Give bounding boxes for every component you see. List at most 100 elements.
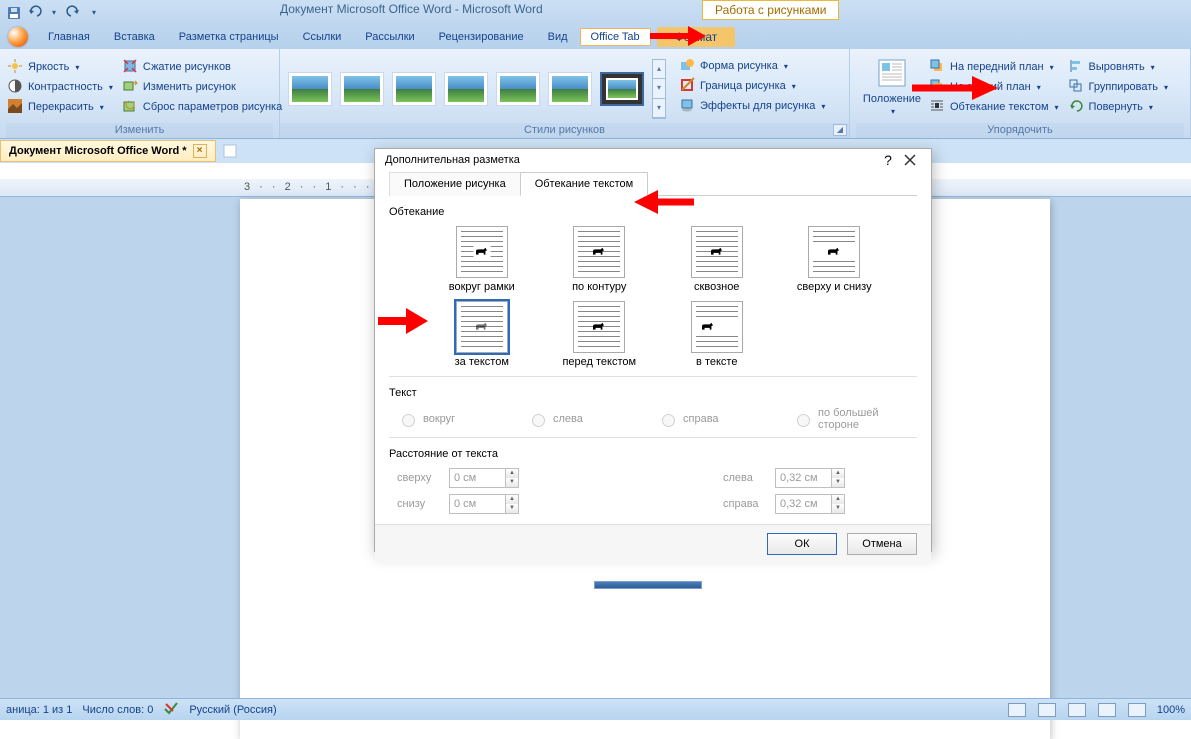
view-print-layout-icon[interactable] bbox=[1008, 703, 1026, 717]
picture-shape-button[interactable]: Форма рисунка ▾ bbox=[678, 57, 827, 75]
style-thumb[interactable] bbox=[444, 72, 488, 106]
selected-object[interactable] bbox=[594, 581, 702, 589]
new-tab-icon[interactable] bbox=[222, 143, 238, 159]
advanced-layout-dialog: Дополнительная разметка ? Положение рису… bbox=[374, 148, 932, 552]
redo-icon[interactable] bbox=[66, 5, 82, 21]
radio-right-input bbox=[662, 414, 675, 427]
chevron-down-icon: ▾ bbox=[1149, 103, 1153, 112]
dialog-launcher-icon[interactable]: ◢ bbox=[833, 124, 847, 136]
compress-label: Сжатие рисунков bbox=[143, 61, 231, 73]
group-button[interactable]: Группировать▾ bbox=[1067, 78, 1171, 96]
status-language[interactable]: Русский (Россия) bbox=[189, 704, 276, 716]
ribbon-tabs: Главная Вставка Разметка страницы Ссылки… bbox=[0, 25, 1191, 49]
wrap-options-grid: вокруг рамки по контуру сквозное сверху … bbox=[423, 226, 893, 368]
style-thumb[interactable] bbox=[340, 72, 384, 106]
send-back-label: На задний план bbox=[950, 81, 1031, 93]
close-icon[interactable]: × bbox=[193, 144, 207, 158]
save-icon[interactable] bbox=[6, 5, 22, 21]
dialog-tabs: Положение рисунка Обтекание текстом bbox=[389, 171, 917, 196]
text-wrap-button[interactable]: Обтекание текстом▾ bbox=[928, 98, 1061, 116]
text-wrap-label: Обтекание текстом bbox=[950, 101, 1049, 113]
dropdown-icon[interactable]: ▾ bbox=[46, 5, 62, 21]
wrap-inline[interactable]: в тексте bbox=[658, 301, 776, 368]
tab-review[interactable]: Рецензирование bbox=[427, 28, 536, 46]
dist-left-label: слева bbox=[723, 472, 775, 484]
view-web-layout-icon[interactable] bbox=[1068, 703, 1086, 717]
style-thumb-selected[interactable] bbox=[600, 72, 644, 106]
tab-view[interactable]: Вид bbox=[536, 28, 580, 46]
group-label: Группировать bbox=[1089, 81, 1159, 93]
wrap-through[interactable]: сквозное bbox=[658, 226, 776, 293]
tab-office-tab[interactable]: Office Tab bbox=[580, 28, 651, 46]
align-button[interactable]: Выровнять▾ bbox=[1067, 58, 1171, 76]
ok-button[interactable]: ОК bbox=[767, 533, 837, 555]
chevron-down-icon: ▾ bbox=[784, 62, 788, 71]
office-button[interactable] bbox=[0, 25, 36, 49]
styles-gallery[interactable]: ▴▾▾ bbox=[280, 49, 674, 123]
tab-insert[interactable]: Вставка bbox=[102, 28, 167, 46]
document-tab-label: Документ Microsoft Office Word * bbox=[9, 145, 187, 157]
group-icon bbox=[1069, 79, 1085, 95]
position-button[interactable]: Положение ▾ bbox=[856, 51, 928, 123]
tab-page-layout[interactable]: Разметка страницы bbox=[167, 28, 291, 46]
dist-right-spinner: ▲▼ bbox=[775, 494, 849, 514]
tab-picture-position[interactable]: Положение рисунка bbox=[389, 172, 521, 196]
contrast-button[interactable]: Контрастность▾ bbox=[6, 78, 115, 96]
rotate-button[interactable]: Повернуть▾ bbox=[1067, 98, 1171, 116]
spinner-buttons: ▲▼ bbox=[831, 468, 845, 488]
wrap-square[interactable]: вокруг рамки bbox=[423, 226, 541, 293]
brightness-button[interactable]: Яркость▾ bbox=[6, 58, 115, 76]
tab-format[interactable]: Формат bbox=[657, 27, 736, 47]
zoom-level[interactable]: 100% bbox=[1157, 704, 1185, 716]
picture-shape-label: Форма рисунка bbox=[700, 60, 778, 72]
picture-effects-icon bbox=[680, 98, 696, 114]
view-draft-icon[interactable] bbox=[1128, 703, 1146, 717]
change-picture-button[interactable]: Изменить рисунок bbox=[121, 78, 284, 96]
picture-effects-button[interactable]: Эффекты для рисунка▾ bbox=[678, 97, 827, 115]
tab-references[interactable]: Ссылки bbox=[291, 28, 354, 46]
status-page[interactable]: аница: 1 из 1 bbox=[6, 704, 72, 716]
spinner-buttons: ▲▼ bbox=[831, 494, 845, 514]
close-icon[interactable] bbox=[899, 149, 921, 171]
style-thumb[interactable] bbox=[548, 72, 592, 106]
chevron-down-icon: ▾ bbox=[1151, 63, 1155, 72]
picture-border-button[interactable]: Граница рисунка▾ bbox=[678, 77, 827, 95]
compress-button[interactable]: Сжатие рисунков bbox=[121, 58, 284, 76]
radio-right: справа bbox=[657, 407, 792, 431]
radio-left: слева bbox=[527, 407, 657, 431]
wrap-tight-label: по контуру bbox=[572, 281, 626, 293]
dist-bottom-input bbox=[449, 494, 505, 514]
style-thumb[interactable] bbox=[288, 72, 332, 106]
wrap-tight[interactable]: по контуру bbox=[541, 226, 659, 293]
help-icon[interactable]: ? bbox=[877, 149, 899, 171]
style-thumb[interactable] bbox=[392, 72, 436, 106]
dist-top-input bbox=[449, 468, 505, 488]
spellcheck-icon[interactable] bbox=[163, 701, 179, 718]
style-thumb[interactable] bbox=[496, 72, 540, 106]
office-icon bbox=[8, 27, 28, 47]
tab-mailings[interactable]: Рассылки bbox=[353, 28, 426, 46]
cancel-button[interactable]: Отмена bbox=[847, 533, 917, 555]
undo-icon[interactable] bbox=[26, 5, 42, 21]
recolor-button[interactable]: Перекрасить▾ bbox=[6, 98, 115, 116]
qat-customize-icon[interactable]: ▾ bbox=[86, 5, 102, 21]
gallery-scroll[interactable]: ▴▾▾ bbox=[652, 59, 666, 119]
dialog-titlebar: Дополнительная разметка ? bbox=[375, 149, 931, 171]
document-tab[interactable]: Документ Microsoft Office Word * × bbox=[0, 140, 216, 162]
view-outline-icon[interactable] bbox=[1098, 703, 1116, 717]
wrap-topbottom[interactable]: сверху и снизу bbox=[776, 226, 894, 293]
reset-picture-button[interactable]: Сброс параметров рисунка bbox=[121, 98, 284, 116]
wrap-front[interactable]: перед текстом bbox=[541, 301, 659, 368]
tab-text-wrapping[interactable]: Обтекание текстом bbox=[520, 172, 649, 196]
tab-home[interactable]: Главная bbox=[36, 28, 102, 46]
view-full-screen-icon[interactable] bbox=[1038, 703, 1056, 717]
bring-front-button[interactable]: На передний план▾ bbox=[928, 58, 1061, 76]
send-back-button[interactable]: На задний план▾ bbox=[928, 78, 1061, 96]
dist-left-input bbox=[775, 468, 831, 488]
status-word-count[interactable]: Число слов: 0 bbox=[82, 704, 153, 716]
text-section-label: Текст bbox=[389, 383, 917, 403]
group-arrange: Положение ▾ На передний план▾ На задний … bbox=[850, 49, 1191, 138]
change-picture-icon bbox=[123, 79, 139, 95]
wrap-behind[interactable]: за текстом bbox=[423, 301, 541, 368]
change-picture-label: Изменить рисунок bbox=[143, 81, 236, 93]
